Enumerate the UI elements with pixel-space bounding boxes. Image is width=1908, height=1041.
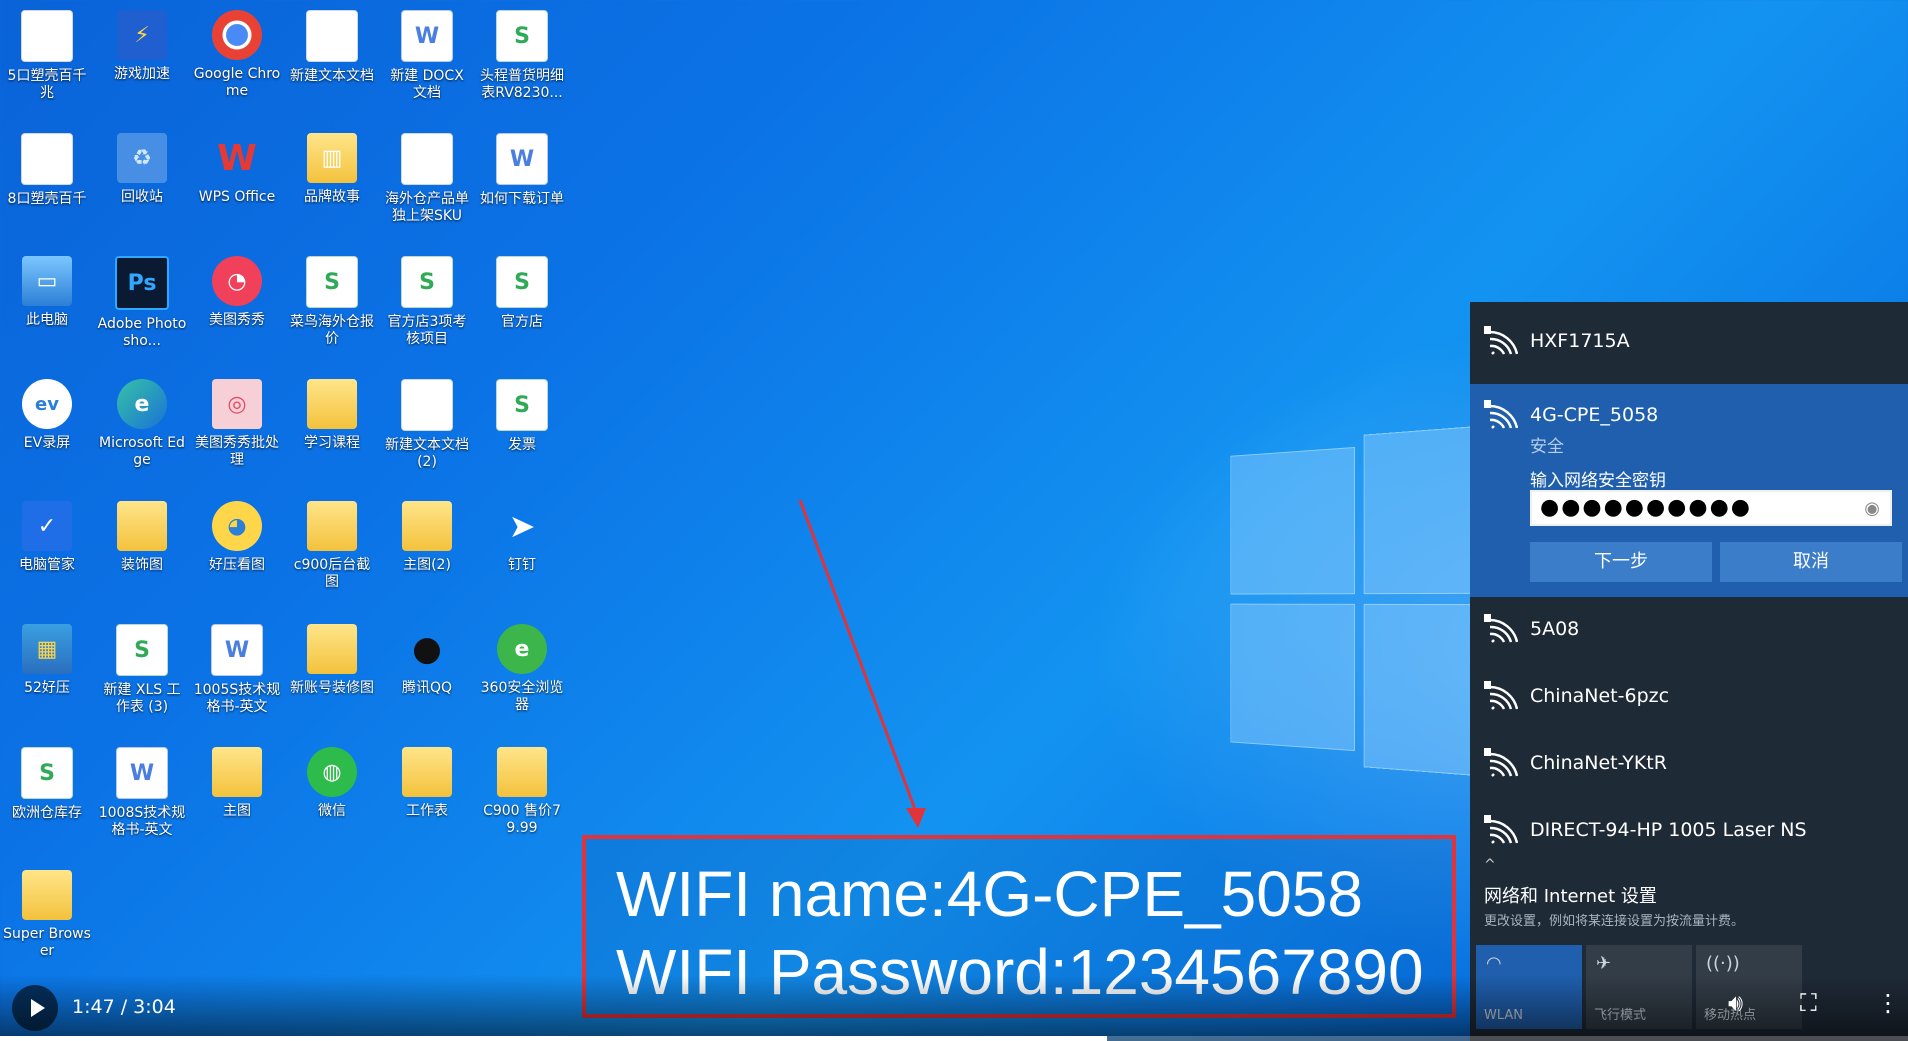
cancel-button[interactable]: 取消 — [1720, 542, 1902, 582]
network-settings-description: 更改设置，例如将某连接设置为按流量计费。 — [1484, 914, 1745, 929]
network-item-selected[interactable]: 4G-CPE_5058 安全 输入网络安全密钥 ●●●●●●●●●● ◉ 下一步… — [1470, 384, 1908, 597]
network-status: 安全 — [1530, 437, 1564, 457]
time-display: 1:47 / 3:04 — [72, 996, 176, 1018]
network-item[interactable]: ChinaNet-6pzc — [1470, 665, 1908, 732]
more-options-icon[interactable]: ⋮ — [1876, 989, 1900, 1017]
video-controls: 1:47 / 3:04 🔊︎ ⛶ ⋮ — [0, 975, 1908, 1041]
security-key-value: ●●●●●●●●●● — [1540, 495, 1752, 520]
wifi-secure-icon — [1484, 815, 1518, 844]
network-name: DIRECT-94-HP 1005 Laser NS — [1530, 819, 1807, 841]
progress-fill — [0, 1036, 1107, 1041]
security-key-input[interactable]: ●●●●●●●●●● ◉ — [1530, 490, 1892, 526]
airplane-icon: ✈ — [1596, 953, 1612, 974]
wifi-secure-icon — [1484, 748, 1518, 777]
key-label: 输入网络安全密钥 — [1530, 471, 1666, 491]
play-button[interactable] — [12, 985, 58, 1031]
network-item[interactable]: ChinaNet-YKtR — [1470, 732, 1908, 799]
wifi-secure-icon — [1484, 681, 1518, 710]
wifi-secure-icon — [1484, 326, 1518, 355]
hotspot-icon: ((·)) — [1706, 953, 1740, 974]
network-name: ChinaNet-6pzc — [1530, 685, 1670, 707]
network-item[interactable]: DIRECT-94-HP 1005 Laser NS — [1470, 799, 1908, 866]
wifi-secure-icon — [1484, 400, 1518, 429]
network-name: HXF1715A — [1530, 330, 1630, 352]
network-name: 4G-CPE_5058 — [1530, 404, 1659, 426]
network-settings-link[interactable]: 网络和 Internet 设置 — [1484, 882, 1657, 908]
network-name: 5A08 — [1530, 618, 1580, 640]
wifi-icon: ◠ — [1486, 953, 1502, 974]
wifi-flyout: HXF1715A 4G-CPE_5058 安全 输入网络安全密钥 ●●●●●●●… — [1470, 302, 1908, 1041]
next-button[interactable]: 下一步 — [1530, 542, 1712, 582]
chevron-up-icon[interactable]: ^ — [1484, 857, 1496, 873]
fullscreen-exit-icon[interactable]: ⛶ — [1800, 989, 1817, 1017]
network-item[interactable]: 5A08 — [1470, 598, 1908, 665]
network-item[interactable]: HXF1715A — [1470, 310, 1908, 377]
volume-icon[interactable]: 🔊︎ — [1728, 989, 1743, 1017]
reveal-password-icon[interactable]: ◉ — [1864, 498, 1882, 519]
network-name: ChinaNet-YKtR — [1530, 752, 1667, 774]
progress-bar[interactable] — [0, 1036, 1908, 1041]
wifi-secure-icon — [1484, 614, 1518, 643]
caption-wifi-name: WIFI name:4G-CPE_5058 — [616, 858, 1363, 930]
